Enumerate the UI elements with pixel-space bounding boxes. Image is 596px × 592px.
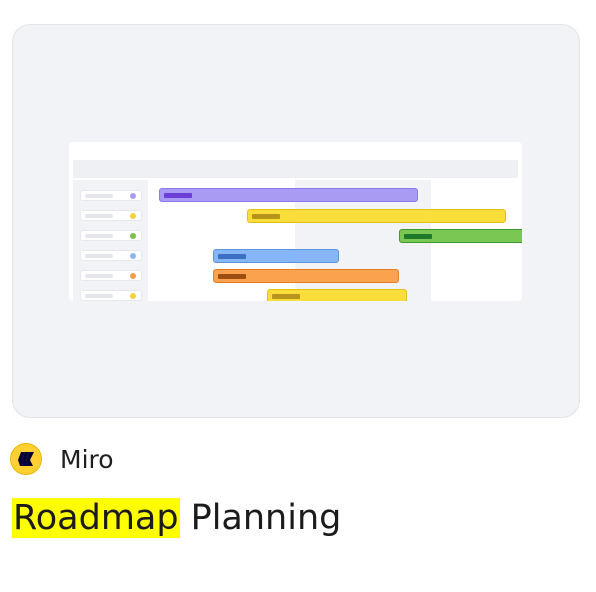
template-title[interactable]: Roadmap Planning	[12, 493, 341, 543]
source-attribution[interactable]: Miro	[10, 442, 114, 476]
status-dot-icon	[130, 273, 136, 279]
gantt-bar	[159, 188, 418, 202]
gantt-bar	[399, 229, 522, 243]
source-name[interactable]: Miro	[60, 445, 114, 474]
title-rest: Planning	[190, 498, 342, 538]
preview-list-item	[80, 250, 142, 261]
status-dot-icon	[130, 233, 136, 239]
preview-list-item	[80, 270, 142, 281]
roadmap-preview-image	[69, 142, 522, 301]
status-dot-icon	[130, 293, 136, 299]
status-dot-icon	[130, 193, 136, 199]
preview-list-item	[80, 290, 142, 301]
status-dot-icon	[130, 213, 136, 219]
gantt-bar	[213, 249, 339, 263]
miro-logo-icon	[10, 443, 42, 475]
gantt-bar	[247, 209, 506, 223]
preview-toolbar	[73, 160, 518, 178]
title-highlighted-word: Roadmap	[12, 498, 180, 538]
preview-list-item	[80, 230, 142, 241]
gantt-bar	[267, 289, 407, 301]
preview-list-item	[80, 210, 142, 221]
status-dot-icon	[130, 253, 136, 259]
preview-list-item	[80, 190, 142, 201]
gantt-bar	[213, 269, 399, 283]
